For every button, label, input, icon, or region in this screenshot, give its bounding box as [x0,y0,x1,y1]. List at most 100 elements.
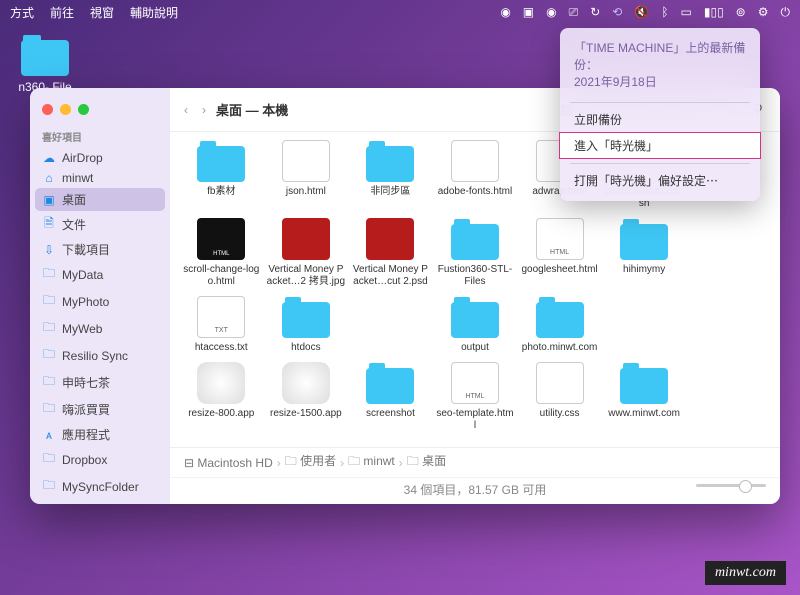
time-machine-menu: 「TIME MACHINE」上的最新備份： 2021年9月18日 立即備份 進入… [560,28,760,201]
sidebar-item-Creative Cloud…[interactable]: 🗀Creative Cloud… [30,500,170,504]
file-item[interactable]: adobe-fonts.html [434,138,517,212]
menu-前往[interactable]: 前往 [50,4,74,21]
folder-icon: 🗀 [42,372,56,393]
file-name: photo.minwt.com [522,342,598,354]
file-item[interactable]: 非同步區 [349,138,432,212]
camera-icon[interactable]: ⎚ [569,5,579,20]
path-segment[interactable]: 🗀 桌面 [407,452,446,473]
file-item[interactable]: fb素材 [180,138,263,212]
path-segment[interactable]: ⊟ Macintosh HD [184,456,273,470]
icon-size-slider[interactable] [696,484,766,487]
tm-backup-now[interactable]: 立即備份 [560,107,760,132]
battery-icon[interactable]: ▮▯▯ [704,5,724,19]
time-machine-icon[interactable]: ⟲ [612,5,622,19]
folder-icon: 🗎 [42,214,56,235]
sidebar-item-MySyncFolder[interactable]: 🗀MySyncFolder [30,473,170,500]
sidebar-item-應用程式[interactable]: ᴀ應用程式 [30,423,170,446]
file-item[interactable]: HTMLgooglesheet.html [518,216,601,290]
sidebar-item-桌面[interactable]: ▣桌面 [35,188,165,211]
sidebar-heading: 喜好項目 [30,125,170,148]
rec-icon[interactable]: ◉ [500,5,510,19]
file-name: json.html [286,186,326,198]
sidebar-item-Dropbox[interactable]: 🗀Dropbox [30,446,170,473]
file-item[interactable]: www.minwt.com [603,360,686,434]
sidebar-item-文件[interactable]: 🗎文件 [30,211,170,238]
path-segment[interactable]: 🗀 minwt [348,452,395,473]
airplay-icon[interactable]: ▭ [681,5,692,19]
sidebar-item-MyData[interactable]: 🗀MyData [30,261,170,288]
power-icon[interactable]: ⏻ [781,5,791,20]
folder-icon: 🗀 [42,503,56,504]
file-item[interactable]: screenshot [349,360,432,434]
folder-icon [366,368,414,404]
folder-icon: ▣ [42,193,56,207]
sidebar-item-AirDrop[interactable]: ☁︎AirDrop [30,148,170,168]
menu-輔助說明[interactable]: 輔助說明 [130,4,178,21]
file-item[interactable]: hihimymy [603,216,686,290]
file-name: output [461,342,489,354]
sidebar-item-MyPhoto[interactable]: 🗀MyPhoto [30,288,170,315]
file-item[interactable]: resize-800.app [180,360,263,434]
doc-icon: HTML [536,218,584,260]
sidebar-item-MyWeb[interactable]: 🗀MyWeb [30,315,170,342]
line-icon[interactable]: ◉ [546,5,556,19]
file-item[interactable]: htdocs [265,294,348,356]
red-icon [282,218,330,260]
folder-icon: 🗀 [42,318,56,339]
folder-icon [366,146,414,182]
sidebar-item-Resilio Sync[interactable]: 🗀Resilio Sync [30,342,170,369]
file-item[interactable]: utility.css [518,360,601,434]
nav-back[interactable]: ‹ [184,103,188,117]
file-name: www.minwt.com [608,408,680,420]
wifi-icon[interactable]: ⊚ [736,5,746,19]
folder-icon: 🗀 [42,291,56,312]
file-item[interactable]: resize-1500.app [265,360,348,434]
folder-icon: 🗀 [42,476,56,497]
close-button[interactable] [42,104,53,115]
sidebar-item-minwt[interactable]: ⌂minwt [30,168,170,188]
control-center-icon[interactable]: ⚙ [758,5,769,19]
doc-icon [451,140,499,182]
app-icon[interactable]: ▣ [523,5,534,19]
file-item[interactable]: TXThtaccess.txt [180,294,263,356]
sidebar-item-嗨派買買[interactable]: 🗀嗨派買買 [30,396,170,423]
folder-icon [197,146,245,182]
file-item[interactable]: HTMLscroll-change-logo.html [180,216,263,290]
file-item[interactable]: Vertical Money Packet…cut 2.psd [349,216,432,290]
tm-open-prefs[interactable]: 打開「時光機」偏好設定⋯ [560,168,760,193]
folder-icon: ☁︎ [42,151,56,165]
desktop-folder[interactable]: n360- File [10,40,80,94]
doc-icon: HTML [451,362,499,404]
file-name: utility.css [540,408,580,420]
minimize-button[interactable] [60,104,71,115]
zoom-button[interactable] [78,104,89,115]
window-controls [30,96,170,125]
doc-icon [536,362,584,404]
menubar-status-icons: ◉ ▣ ◉ ⎚ ↻ ⟲ 🔇 ᛒ ▭ ▮▯▯ ⊚ ⚙ ⏻ [500,5,790,20]
file-item[interactable]: json.html [265,138,348,212]
file-item[interactable]: output [434,294,517,356]
file-item[interactable]: Fustion360-STL-Files [434,216,517,290]
nav-forward[interactable]: › [202,103,206,117]
status-bar: 34 個項目，81.57 GB 可用 [170,477,780,504]
sidebar-item-下載項目[interactable]: ⇩下載項目 [30,238,170,261]
folder-icon [620,368,668,404]
folder-icon: 🗀 [42,399,56,420]
path-segment[interactable]: 🗀 使用者 [285,452,336,473]
file-name: scroll-change-logo.html [182,264,261,288]
folder-icon: 🗀 [42,345,56,366]
sidebar-item-申時七茶[interactable]: 🗀申時七茶 [30,369,170,396]
volume-icon[interactable]: 🔇 [634,5,649,19]
watermark: minwt.com [705,561,786,585]
file-item[interactable]: HTMLseo-template.html [434,360,517,434]
bluetooth-icon[interactable]: ᛒ [661,5,668,19]
menu-方式[interactable]: 方式 [10,4,34,21]
path-bar[interactable]: ⊟ Macintosh HD›🗀 使用者›🗀 minwt›🗀 桌面 [170,447,780,477]
sync-icon[interactable]: ↻ [590,5,600,19]
tm-enter[interactable]: 進入「時光機」 [559,132,761,159]
file-item[interactable]: photo.minwt.com [518,294,601,356]
menu-視窗[interactable]: 視窗 [90,4,114,21]
file-item[interactable]: Vertical Money Packet…2 拷貝.jpg [265,216,348,290]
doc-icon: TXT [197,296,245,338]
file-name: screenshot [366,408,415,420]
